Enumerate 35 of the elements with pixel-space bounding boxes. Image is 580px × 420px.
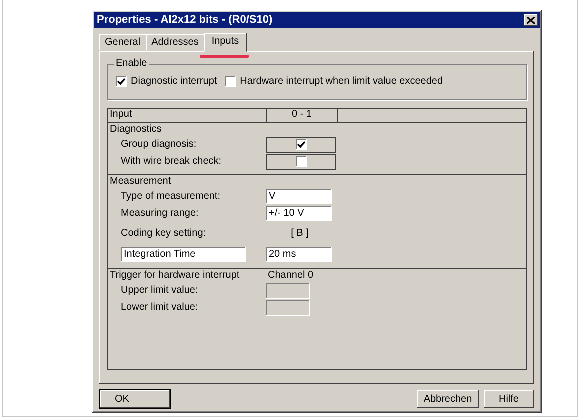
checkbox[interactable]: [116, 76, 127, 87]
check-icon: [117, 78, 126, 86]
row-label: Upper limit value:: [121, 285, 200, 296]
checkbox-label: Diagnostic interrupt: [131, 76, 218, 87]
column-header: 0 - 1: [267, 109, 338, 122]
dialog-button[interactable]: OK: [100, 390, 170, 408]
column-value: Channel 0: [268, 270, 314, 282]
tab[interactable]: General: [99, 34, 147, 51]
section-title: Diagnostics: [109, 124, 163, 136]
row-label: Lower limit value:: [121, 302, 200, 313]
row-label: Group diagnosis:: [121, 139, 198, 150]
column-header: Input: [108, 109, 267, 122]
group-label: Enable: [114, 58, 150, 69]
dialog-button[interactable]: Hilfe: [484, 390, 534, 408]
section-title: Trigger for hardware interrupt: [109, 270, 241, 282]
row-label: Coding key setting:: [121, 228, 208, 238]
window-title: Properties - AI2x12 bits - (R0/S10): [97, 14, 273, 26]
input-field[interactable]: 20 ms: [266, 246, 332, 262]
checkbox-cell[interactable]: [266, 154, 336, 170]
input-field[interactable]: V: [266, 189, 332, 204]
input-field[interactable]: +/- 10 V: [266, 206, 332, 221]
checkbox-cell[interactable]: [266, 136, 336, 152]
checkbox[interactable]: [225, 76, 236, 87]
setting-value: [ B ]: [290, 228, 310, 238]
row-label: With wire break check:: [121, 156, 223, 167]
dialog-button[interactable]: Abbrechen: [417, 390, 479, 408]
row-label: Measuring range:: [121, 208, 200, 219]
section-title: Measurement: [109, 176, 172, 188]
close-icon: [527, 16, 535, 24]
checkbox-label: Hardware interrupt when limit value exceeded: [240, 76, 444, 87]
row-label: Type of measurement:: [121, 191, 222, 202]
close-button[interactable]: [524, 14, 538, 26]
input-field[interactable]: Integration Time: [121, 246, 246, 262]
check-icon: [296, 140, 306, 148]
tab[interactable]: Addresses: [146, 34, 205, 51]
